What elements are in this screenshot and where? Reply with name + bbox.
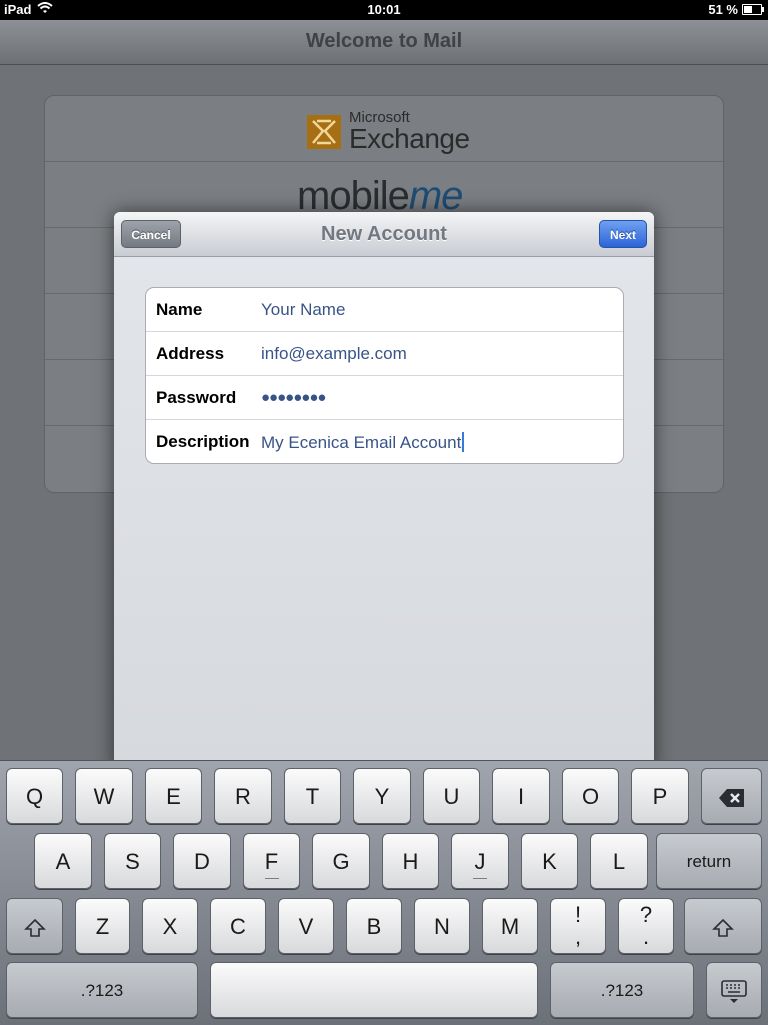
space-bar[interactable] [210,962,538,1018]
key-r[interactable]: R [214,768,272,824]
key-h[interactable]: H [382,833,439,889]
address-label: Address [156,344,225,363]
key-g[interactable]: G [312,833,370,889]
account-form: Name Your Name Address info@example.com … [145,287,624,464]
keyboard: Q W E R T Y U I O P A S D F G H J K L re… [0,760,768,1025]
key-i[interactable]: I [492,768,550,824]
key-x[interactable]: X [142,898,198,954]
key-m[interactable]: M [482,898,538,954]
key-n[interactable]: N [414,898,470,954]
key-j-label: J [474,849,486,874]
key-c[interactable]: C [210,898,266,954]
provider-exchange[interactable]: Microsoft Exchange [45,96,723,162]
background-nav-bar: Welcome to Mail [0,20,768,65]
key-z[interactable]: Z [75,898,130,954]
key-s[interactable]: S [104,833,161,889]
key-d[interactable]: D [173,833,231,889]
key-o[interactable]: O [562,768,619,824]
shift-icon [712,914,734,939]
key-b[interactable]: B [346,898,402,954]
exchange-logo-icon [307,114,341,149]
description-field[interactable]: My Ecenica Email Account [261,432,465,453]
key-k[interactable]: K [521,833,578,889]
home-row-mark [264,878,279,879]
shift-icon [23,914,46,939]
key-u[interactable]: U [423,768,480,824]
home-row-mark [473,878,487,879]
backspace-icon [718,784,746,809]
return-key[interactable]: return [656,833,762,889]
modal-body: Name Your Name Address info@example.com … [114,257,654,772]
description-value: My Ecenica Email Account [261,433,462,452]
exchange-logo-big: Exchange [349,123,470,154]
numbers-key-left[interactable]: .?123 [6,962,198,1018]
key-q[interactable]: Q [6,768,63,824]
hide-keyboard-icon [720,978,748,1004]
address-field-row[interactable]: Address info@example.com [146,332,623,376]
shift-key-left[interactable] [6,898,63,954]
modal-title: New Account [321,223,447,245]
password-field-row[interactable]: Password ●●●●●●●● [146,376,623,420]
battery-percent: 51 % [708,2,738,17]
period-label: . [642,924,650,949]
password-label: Password [156,388,237,407]
numbers-key-right[interactable]: .?123 [550,962,694,1018]
key-e[interactable]: E [145,768,202,824]
address-field[interactable]: info@example.com [261,344,407,364]
key-exclamation-comma[interactable]: ! , [550,898,606,954]
next-button[interactable]: Next [599,220,647,248]
key-f-label: F [264,849,279,874]
background-title: Welcome to Mail [305,30,463,52]
key-f[interactable]: F [243,833,300,889]
key-p[interactable]: P [631,768,689,824]
name-label: Name [156,300,203,319]
key-j[interactable]: J [451,833,509,889]
backspace-key[interactable] [701,768,762,824]
key-y[interactable]: Y [353,768,411,824]
new-account-modal: Cancel New Account Next Name Your Name A… [114,212,654,772]
key-v[interactable]: V [278,898,334,954]
comma-label: , [574,924,582,949]
text-cursor [462,432,465,452]
name-field[interactable]: Your Name [261,300,345,320]
key-question-period[interactable]: ? . [618,898,674,954]
key-t[interactable]: T [284,768,341,824]
question-label: ? [639,902,653,927]
key-w[interactable]: W [75,768,133,824]
exchange-logo: Microsoft Exchange [307,110,470,153]
key-a[interactable]: A [34,833,92,889]
status-time: 10:01 [367,2,401,17]
hide-keyboard-key[interactable] [706,962,762,1018]
battery-icon [742,4,764,15]
modal-header: Cancel New Account Next [114,212,654,257]
exclamation-label: ! [574,902,582,927]
description-label: Description [156,432,250,451]
description-field-row[interactable]: Description My Ecenica Email Account [146,420,623,463]
key-l[interactable]: L [590,833,648,889]
shift-key-right[interactable] [684,898,762,954]
name-field-row[interactable]: Name Your Name [146,288,623,332]
password-field[interactable]: ●●●●●●●● [261,389,326,406]
status-right: 51 % [708,2,764,17]
status-bar: iPad 10:01 51 % [0,0,768,20]
